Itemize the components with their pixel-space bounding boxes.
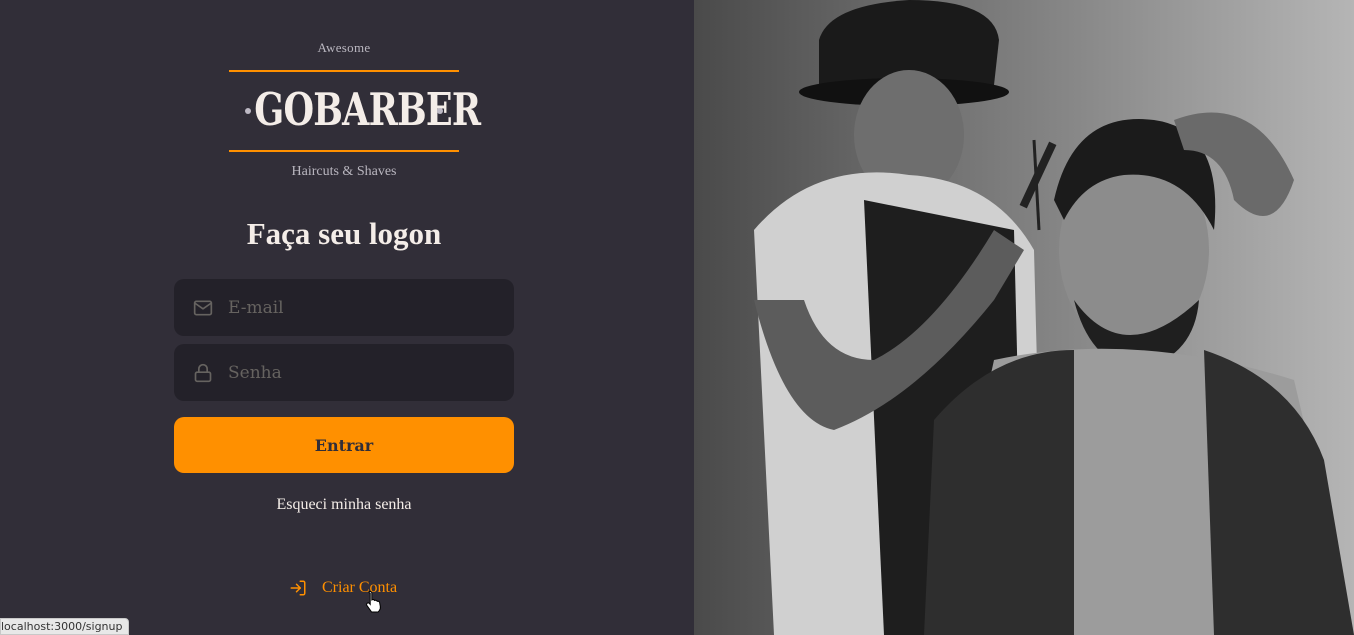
forgot-password-link[interactable]: Esqueci minha senha <box>0 496 688 514</box>
lock-icon <box>194 363 212 383</box>
email-field[interactable] <box>174 279 514 336</box>
logo-dot-right <box>437 108 443 114</box>
password-input[interactable] <box>228 344 498 401</box>
login-panel: Awesome GOBARBER Haircuts & Shaves Faça … <box>0 0 694 635</box>
status-bar-url: localhost:3000/signup <box>0 618 130 635</box>
create-account-label: Criar Conta <box>322 579 398 596</box>
password-field[interactable] <box>174 344 514 401</box>
logo-rule-bottom <box>229 150 459 152</box>
logo-rule-top <box>229 70 459 72</box>
barber-photo-illustration <box>694 0 1354 635</box>
page-title: Faça seu logon <box>246 216 442 251</box>
email-input[interactable] <box>228 279 498 336</box>
hand-cursor-icon <box>366 590 381 613</box>
mail-icon <box>193 300 213 316</box>
barber-photo <box>694 0 1354 635</box>
logo-dot-left <box>245 108 251 114</box>
logo-wordmark: GOBARBER <box>254 83 481 136</box>
log-in-icon <box>290 580 306 596</box>
logo-tagline-bottom: Haircuts & Shaves <box>291 164 397 179</box>
login-button[interactable]: Entrar <box>174 417 514 473</box>
logo-tagline-top: Awesome <box>317 40 371 55</box>
gobarber-logo: Awesome GOBARBER Haircuts & Shaves <box>229 36 481 186</box>
